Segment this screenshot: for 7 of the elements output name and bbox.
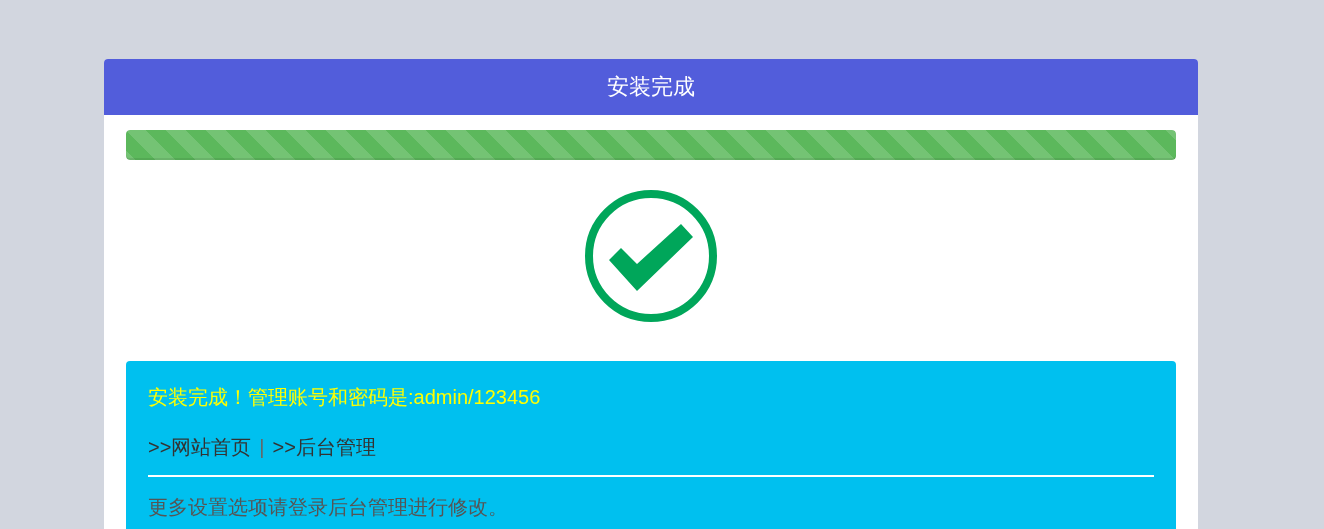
note-text: 更多设置选项请登录后台管理进行修改。 <box>148 495 509 520</box>
checkmark-icon <box>585 190 717 322</box>
link-separator: | <box>259 435 265 460</box>
home-link[interactable]: >>网站首页 <box>148 433 252 461</box>
success-message: 安装完成！管理账号和密码是:admin/123456 <box>148 385 542 410</box>
admin-link[interactable]: >>后台管理 <box>272 433 376 461</box>
page-title: 安装完成 <box>607 73 695 101</box>
